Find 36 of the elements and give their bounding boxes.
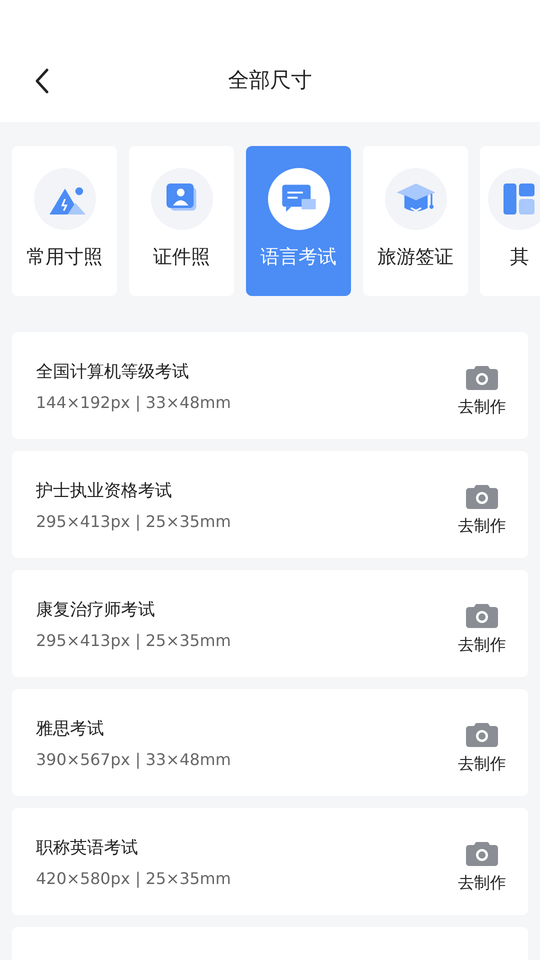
camera-icon	[465, 601, 499, 629]
camera-icon	[465, 839, 499, 867]
make-link[interactable]: 去制作	[458, 635, 506, 656]
camera-icon	[465, 720, 499, 748]
category-icon	[488, 168, 540, 230]
page-title: 全部尺寸	[228, 67, 312, 94]
back-icon[interactable]	[34, 68, 50, 94]
size-spec: 295×413px | 25×35mm	[36, 512, 231, 530]
size-spec: 295×413px | 25×35mm	[36, 630, 231, 650]
size-name: 职称英语考试	[36, 836, 139, 858]
size-spec: 390×567px | 33×48mm	[36, 750, 231, 768]
size-card[interactable]: 职称英语考试 420×580px | 25×35mm 去制作	[12, 808, 528, 915]
make-link[interactable]: 去制作	[458, 516, 506, 537]
size-spec: 144×192px | 33×48mm	[36, 392, 231, 412]
category-tab[interactable]: 常用寸照	[12, 146, 117, 296]
make-link[interactable]: 去制作	[458, 873, 506, 894]
camera-icon	[465, 482, 499, 510]
category-tab[interactable]: 证件照	[129, 146, 234, 296]
category-tab[interactable]: 其	[480, 146, 540, 296]
category-icon	[384, 168, 446, 230]
category-icon	[268, 168, 330, 230]
size-card[interactable]: 雅思考试 390×567px | 33×48mm 去制作	[12, 689, 528, 796]
size-card[interactable]: 护士执业资格考试 295×413px | 25×35mm 去制作	[12, 451, 528, 558]
camera-icon	[465, 363, 499, 391]
size-name: 康复治疗师考试	[36, 598, 156, 620]
size-name: 护士执业资格考试	[36, 480, 173, 502]
category-icon	[150, 168, 212, 230]
category-tab[interactable]: 旅游签证	[363, 146, 468, 296]
category-icon	[34, 168, 96, 230]
size-name: 全国计算机等级考试	[36, 360, 190, 382]
size-name: 雅思考试	[36, 718, 105, 740]
size-card[interactable]: 全国计算机等级考试 144×192px | 33×48mm 去制作	[12, 332, 528, 439]
make-link[interactable]: 去制作	[458, 397, 506, 418]
make-link[interactable]: 去制作	[458, 754, 506, 775]
size-spec: 420×580px | 25×35mm	[36, 868, 231, 888]
size-card[interactable]: 康复治疗师考试 295×413px | 25×35mm 去制作	[12, 570, 528, 677]
